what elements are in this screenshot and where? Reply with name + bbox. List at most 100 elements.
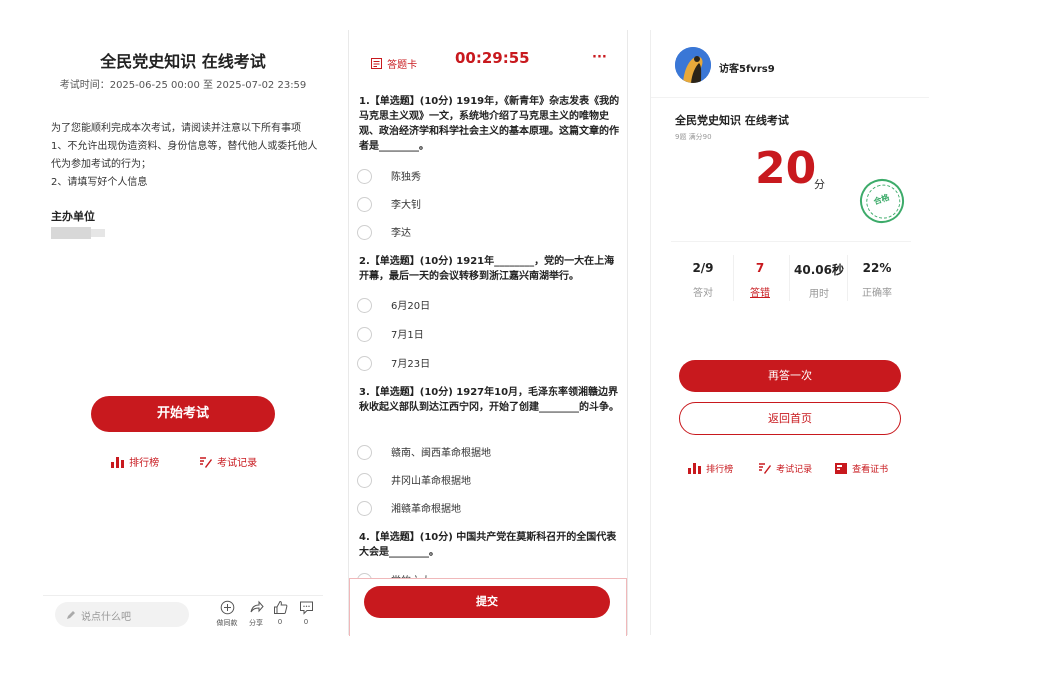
radio-button[interactable] [357,501,372,516]
stat-time-value: 40.06秒 [794,263,844,277]
organizer-name-redacted-tail [91,229,105,237]
option-q1-a[interactable]: 陈独秀 [349,165,627,187]
option-label: 7月23日 [391,359,431,370]
radio-button[interactable] [357,197,372,212]
pencil-icon [67,611,75,619]
option-label: 湘赣革命根据地 [391,504,461,515]
comment-button[interactable]: 0 [295,600,317,626]
comment-input[interactable]: 说点什么吧 [55,602,189,627]
option-label: 6月20日 [391,301,431,312]
exam-record-label: 考试记录 [776,465,813,475]
radio-button[interactable] [357,298,372,313]
avatar-image [675,47,711,83]
exam-time: 考试时间：2025-06-25 00:00 至 2025-07-02 23:59 [59,80,307,91]
rank-link-label: 排行榜 [129,458,160,469]
radio-button[interactable] [357,225,372,240]
rank-link-label: 排行榜 [706,465,734,475]
option-q2-c[interactable]: 7月23日 [349,352,627,374]
notice-block: 为了您能顺利完成本次考试，请阅读并注意以下所有事项 1、不允许出现伪造资料、身份… [51,120,319,192]
retry-button[interactable]: 再答一次 [679,360,901,392]
organizer-name-redacted [51,227,91,239]
comment-count: 0 [303,618,309,626]
exam-meta: 9题 满分90 [675,133,712,141]
like-button[interactable]: 0 [269,600,291,626]
radio-button[interactable] [357,473,372,488]
divider [651,97,929,98]
like-count: 0 [277,618,283,626]
share-label: 分享 [249,619,263,627]
option-q3-b[interactable]: 井冈山革命根据地 [349,469,627,491]
edit-icon [759,463,771,474]
option-label: 李大钊 [391,200,421,211]
exam-title: 全民党史知识 在线考试 [100,52,266,71]
stat-wrong-value: 7 [755,261,765,275]
option-q1-b[interactable]: 李大钊 [349,193,627,215]
exam-screen: 答题卡 00:29:55 ··· 1.【单选题】(10分) 1919年，《新青年… [348,30,628,636]
bar-chart-icon [688,463,701,474]
option-label: 赣南、闽西革命根据地 [391,448,491,459]
stat-time-label: 用时 [809,289,829,300]
bar-chart-icon [111,457,124,468]
username: 访客5fvrs9 [719,64,775,75]
radio-button[interactable] [357,169,372,184]
start-screen: 全民党史知识 在线考试 考试时间：2025-06-25 00:00 至 2025… [43,30,323,635]
stat-correct-label: 答对 [693,288,713,299]
option-q2-b[interactable]: 7月1日 [349,323,627,345]
stat-wrong-link[interactable]: 答错 [730,284,790,299]
share-icon [250,600,264,613]
exam-record-link[interactable]: 考试记录 [758,457,813,475]
option-label: 井冈山革命根据地 [391,476,471,487]
option-q1-c[interactable]: 李达 [349,221,627,243]
start-exam-button[interactable]: 开始考试 [91,396,275,432]
make-same-label: 做同款 [216,619,238,627]
option-q2-a[interactable]: 6月20日 [349,294,627,316]
stat-accuracy-value: 22% [862,261,892,275]
option-q3-c[interactable]: 湘赣革命根据地 [349,497,627,519]
question-4-text: 4.【单选题】(10分) 中国共产党在莫斯科召开的全国代表大会是________… [359,532,617,558]
plus-circle-icon [220,600,234,615]
radio-button[interactable] [357,356,372,371]
stat-accuracy-label: 正确率 [862,288,892,299]
countdown-timer: 00:29:55 [455,49,530,67]
stat-correct-value: 2/9 [692,261,714,275]
result-screen: 访客5fvrs9 全民党史知识 在线考试 9题 满分90 20 分 合格 2/9… [650,30,931,635]
share-button[interactable]: 分享 [245,600,267,628]
radio-button[interactable] [357,327,372,342]
option-label: 李达 [391,228,411,239]
comment-icon [299,601,313,615]
notice-item-1: 1、不允许出现伪造资料、身份信息等，替代他人或委托他人代为参加考试的行为； [51,141,318,170]
exam-record-label: 考试记录 [217,458,258,469]
home-button[interactable]: 返回首页 [679,402,901,435]
certificate-icon [835,463,847,474]
question-1-text: 1.【单选题】(10分) 1919年，《新青年》杂志发表《我的马克思主义观》一文… [359,96,620,152]
score-unit: 分 [814,178,825,191]
option-label: 7月1日 [391,330,424,341]
exam-record-link[interactable]: 考试记录 [199,451,258,469]
submit-button[interactable]: 提交 [364,586,610,618]
comment-placeholder: 说点什么吧 [81,612,131,623]
view-certificate-label: 查看证书 [852,465,889,475]
rank-link[interactable]: 排行榜 [688,457,734,475]
radio-button[interactable] [357,445,372,460]
answer-card-button[interactable]: 答题卡 [371,53,417,71]
make-same-button[interactable]: 做同款 [213,600,241,628]
option-label: 陈独秀 [391,172,421,183]
divider [43,595,323,596]
question-3-text: 3.【单选题】(10分) 1927年10月，毛泽东率领湘赣边界秋收起义部队到达江… [359,387,619,413]
rank-link[interactable]: 排行榜 [111,451,160,469]
view-certificate-link[interactable]: 查看证书 [835,457,889,475]
edit-icon [200,457,212,468]
answer-card-label: 答题卡 [387,60,418,71]
question-2-text: 2.【单选题】(10分) 1921年________，党的一大在上海开幕，最后一… [359,256,615,282]
option-q3-a[interactable]: 赣南、闽西革命根据地 [349,441,627,463]
more-menu-button[interactable]: ··· [592,50,607,65]
result-exam-title: 全民党史知识 在线考试 [675,114,789,127]
answer-card-icon [371,58,382,69]
notice-intro: 为了您能顺利完成本次考试，请阅读并注意以下所有事项 [51,123,301,134]
score-value: 20 [755,143,817,194]
organizer-label: 主办单位 [51,210,95,223]
notice-item-2: 2、请填写好个人信息 [51,177,148,188]
pass-stamp: 合格 [853,172,911,230]
submit-footer: 提交 [349,578,627,636]
thumbs-up-icon [273,600,287,614]
